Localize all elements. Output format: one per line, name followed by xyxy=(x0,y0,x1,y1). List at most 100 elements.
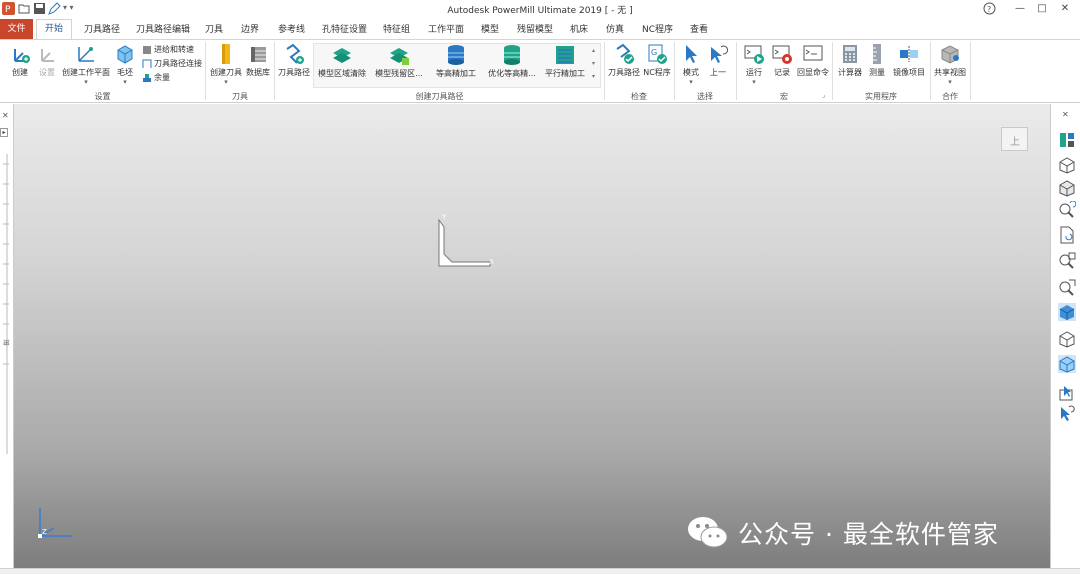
cursor-icon xyxy=(686,45,697,63)
tab-feature-group[interactable]: 特征组 xyxy=(383,22,410,35)
zoom-refresh-icon[interactable] xyxy=(1058,201,1076,219)
rest-area-icon xyxy=(390,48,409,65)
tab-workplane[interactable]: 工作平面 xyxy=(428,22,464,35)
zoom-box-icon[interactable] xyxy=(1058,278,1076,296)
raster-icon xyxy=(556,46,574,64)
group-label-tools: 刀具 xyxy=(232,92,248,101)
settings-axis-icon xyxy=(41,49,54,62)
shaded-cube-icon[interactable] xyxy=(1058,179,1076,197)
tab-file[interactable]: 文件 xyxy=(0,19,33,39)
view-cube-top[interactable]: 上 xyxy=(1001,127,1028,151)
view-toolbar: ✕ xyxy=(1050,104,1080,568)
group-label-collaboration: 合作 xyxy=(942,92,958,101)
transparent-view-icon[interactable] xyxy=(1058,355,1076,373)
tab-view[interactable]: 查看 xyxy=(690,22,708,35)
run-macro-button[interactable]: 运行 ▾ xyxy=(740,43,768,86)
verify-nc-program-button[interactable]: G NC程序 xyxy=(642,43,672,78)
tab-stock-model[interactable]: 残留模型 xyxy=(517,22,553,35)
tab-home[interactable]: 开始 xyxy=(36,19,73,40)
cursor-undo-icon[interactable] xyxy=(1058,404,1076,422)
database-icon xyxy=(251,47,266,62)
tab-toolpath-edit[interactable]: 刀具路径编辑 xyxy=(136,22,190,35)
close-view-toolbar-icon[interactable]: ✕ xyxy=(1062,110,1069,119)
thickness-icon xyxy=(143,73,151,82)
toolpath-connections-button[interactable]: 刀具路径连接 xyxy=(142,58,202,69)
explorer-collapsed-strip[interactable]: ✕ ▸ ⊞ xyxy=(0,104,14,568)
watermark-text: 公众号 · 最全软件管家 xyxy=(738,520,999,549)
tab-tool[interactable]: 刀具 xyxy=(205,22,223,35)
model-area-clearance-button[interactable]: 模型区域清除 xyxy=(314,44,370,79)
measure-button[interactable]: 测量 xyxy=(864,43,890,78)
calculator-button[interactable]: 计算器 xyxy=(836,43,864,78)
tree-expand-icon[interactable]: ⊞ xyxy=(3,338,10,347)
toolpath-strategy-gallery: 模型区域清除 模型残留区... 等高精加工 优化等高精... 平行精加工 xyxy=(313,43,601,88)
svg-text:?: ? xyxy=(987,5,991,14)
previous-selection-button[interactable]: 上一 xyxy=(704,43,732,78)
ribbon: 创建 设置 创建工作平面 ▾ 毛坯 ▾ 进给和转速 刀具路径连接 余量 设置 创… xyxy=(0,39,1080,103)
svg-text:G: G xyxy=(651,48,657,57)
record-macro-button[interactable]: 记录 xyxy=(768,43,796,78)
ribbon-tabs: 文件 开始 刀具路径 刀具路径编辑 刀具 边界 参考线 孔特征设置 特征组 工作… xyxy=(0,19,1080,40)
select-box-icon[interactable] xyxy=(1058,384,1076,402)
create-tool-button[interactable]: 创建刀具 ▾ xyxy=(208,43,244,86)
tab-machine[interactable]: 机床 xyxy=(570,22,588,35)
feeds-speeds-button[interactable]: 进给和转速 xyxy=(142,44,194,55)
cursor-undo-icon xyxy=(711,45,729,63)
shared-view-cube-icon xyxy=(941,45,959,64)
model-rest-area-button[interactable]: 模型残留区... xyxy=(370,44,428,79)
optimized-constant-z-button[interactable]: 优化等高精... xyxy=(484,44,540,79)
tab-hole-feature[interactable]: 孔特征设置 xyxy=(322,22,367,35)
maximize-icon[interactable]: □ xyxy=(1034,2,1050,16)
create-workplane-button[interactable]: 创建工作平面 ▾ xyxy=(60,43,112,86)
echo-commands-button[interactable]: 回显命令 xyxy=(796,43,830,78)
graphics-viewport[interactable]: Y X 上 Z xyxy=(14,104,1050,568)
toolpaths-button[interactable]: 刀具路径 xyxy=(276,43,312,78)
settings-button[interactable]: 设置 xyxy=(34,43,60,78)
tab-boundary[interactable]: 边界 xyxy=(241,22,259,35)
iso-view-icon[interactable] xyxy=(1058,156,1076,174)
thickness-button[interactable]: 余量 xyxy=(142,72,170,83)
zoom-extents-icon[interactable] xyxy=(1058,252,1076,270)
feeds-speeds-icon xyxy=(143,45,151,54)
axis-x-label: X xyxy=(489,258,494,266)
status-bar xyxy=(0,568,1080,574)
tab-nc-program[interactable]: NC程序 xyxy=(642,22,673,35)
mini-axis-indicator-icon xyxy=(38,508,72,538)
create-button[interactable]: 创建 xyxy=(6,43,34,78)
raster-finishing-button[interactable]: 平行精加工 xyxy=(540,44,590,79)
title-bar: P ▾ ▾ Autodesk PowerMill Ultimate 2019 [… xyxy=(0,0,1080,19)
group-label-verify: 检查 xyxy=(631,92,647,101)
minimize-icon[interactable]: — xyxy=(1012,2,1028,16)
selection-mode-button[interactable]: 模式 ▾ xyxy=(678,43,704,86)
gallery-scroll-buttons[interactable]: ▴ ▾ ▾ xyxy=(588,44,599,86)
toolbar-customize-icon[interactable] xyxy=(1058,131,1076,149)
block-button[interactable]: 毛坯 ▾ xyxy=(112,43,138,86)
tool-database-button[interactable]: 数据库 xyxy=(244,43,272,78)
tab-toolpaths[interactable]: 刀具路径 xyxy=(84,22,120,35)
optimized-constant-z-icon xyxy=(504,45,520,65)
verify-toolpath-button[interactable]: 刀具路径 xyxy=(606,43,642,78)
explorer-ruler-ticks xyxy=(3,154,9,454)
group-label-selection: 选择 xyxy=(697,92,713,101)
wireframe-view-icon[interactable] xyxy=(1058,330,1076,348)
nc-program-check-icon: G xyxy=(648,44,667,64)
expand-panel-icon[interactable]: ▸ xyxy=(0,128,8,137)
create-axis-icon xyxy=(14,49,30,63)
tool-icon xyxy=(222,44,230,64)
mirror-items-button[interactable]: 镜像项目 xyxy=(890,43,928,78)
constant-z-finishing-button[interactable]: 等高精加工 xyxy=(428,44,484,79)
tab-pattern[interactable]: 参考线 xyxy=(278,22,305,35)
shared-view-button[interactable]: 共享视图 ▾ xyxy=(932,43,968,86)
tab-simulation[interactable]: 仿真 xyxy=(606,22,624,35)
axis-y-label: Y xyxy=(442,213,447,221)
area-clearance-icon xyxy=(333,48,351,63)
verify-toolpath-icon xyxy=(616,43,634,64)
help-circle-icon[interactable]: ? xyxy=(983,2,996,15)
tab-model[interactable]: 模型 xyxy=(481,22,499,35)
close-icon[interactable]: ✕ xyxy=(1057,2,1073,16)
close-explorer-icon[interactable]: ✕ xyxy=(2,111,9,120)
shaded-view-icon[interactable] xyxy=(1058,303,1076,321)
macro-launcher-icon[interactable]: ⌟ xyxy=(822,91,825,99)
document-refresh-icon[interactable] xyxy=(1058,226,1076,244)
run-macro-icon xyxy=(744,45,764,64)
